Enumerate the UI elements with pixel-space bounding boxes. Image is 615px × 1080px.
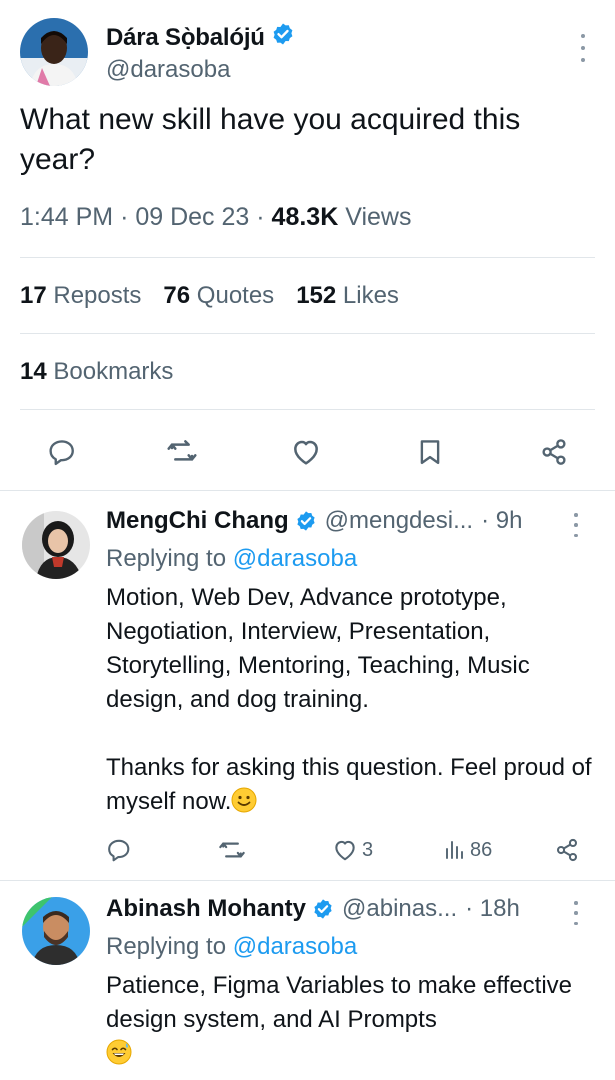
quotes-label: Quotes <box>196 282 275 309</box>
reposts-stat[interactable]: 17 Reposts <box>20 282 141 310</box>
reply-icon[interactable] <box>106 835 132 865</box>
reply-header: Abinash Mohanty @abinas... · 18h <box>106 895 576 923</box>
bookmark-icon[interactable] <box>406 428 454 476</box>
reposts-label: Reposts <box>53 282 142 309</box>
more-options-icon[interactable] <box>573 901 579 925</box>
author-avatar[interactable] <box>20 18 88 86</box>
tweet-date[interactable]: 09 Dec 23 <box>135 203 249 231</box>
bookmarks-count: 14 <box>20 358 47 385</box>
reply-tweet[interactable]: Abinash Mohanty @abinas... · 18h Replyin… <box>0 881 615 1080</box>
tweet-actions <box>30 428 585 476</box>
reply-tweet[interactable]: MengChi Chang @mengdesi... · 9h Replying… <box>0 491 615 880</box>
author-handle[interactable]: @darasoba <box>106 56 230 84</box>
repost-icon[interactable] <box>218 835 246 865</box>
quotes-stat[interactable]: 76 Quotes <box>163 282 274 310</box>
reply-text: Motion, Web Dev, Advance prototype, Nego… <box>106 581 596 819</box>
replying-to: Replying to @darasoba <box>106 933 357 961</box>
like-button[interactable]: 3 <box>332 835 373 865</box>
share-icon[interactable] <box>554 835 580 865</box>
slightly-smiling-face-icon <box>231 787 257 813</box>
views-count: 48.3K <box>271 203 339 231</box>
like-icon[interactable] <box>282 428 330 476</box>
reply-header: MengChi Chang @mengdesi... · 9h <box>106 507 576 535</box>
engagement-stats: 17 Reposts 76 Quotes 152 Likes <box>20 282 399 310</box>
replying-label: Replying to <box>106 545 227 572</box>
reply-author-name[interactable]: MengChi Chang <box>106 507 289 535</box>
reply-time[interactable]: · 18h <box>465 895 520 923</box>
verified-badge-icon <box>295 510 317 532</box>
author-name[interactable]: Dára Sọ̀balójú <box>106 22 295 53</box>
meta-separator: · <box>256 203 265 231</box>
views-count: 86 <box>470 838 493 861</box>
reposts-count: 17 <box>20 282 47 309</box>
more-options-icon[interactable] <box>573 513 579 537</box>
like-icon <box>332 837 358 863</box>
author-name-text: Dára Sọ̀balójú <box>106 23 265 51</box>
likes-count: 152 <box>296 282 337 309</box>
more-options-icon[interactable] <box>579 34 587 62</box>
repost-icon[interactable] <box>158 428 206 476</box>
verified-badge-icon <box>271 22 295 53</box>
divider <box>20 257 595 258</box>
main-tweet: Dára Sọ̀balójú @darasoba What new skill … <box>0 0 615 490</box>
verified-badge-icon <box>312 898 334 920</box>
reply-author-handle[interactable]: @mengdesi... <box>325 507 473 535</box>
reply-time[interactable]: · 9h <box>481 507 522 535</box>
likes-label: Likes <box>342 282 399 309</box>
bookmarks-stat[interactable]: 14 Bookmarks <box>20 358 173 386</box>
divider <box>20 409 595 410</box>
reply-icon[interactable] <box>38 428 86 476</box>
reply-text-content: Patience, Figma Variables to make effect… <box>106 972 579 1033</box>
reply-text: Patience, Figma Variables to make effect… <box>106 969 596 1071</box>
meta-separator: · <box>120 203 129 231</box>
quotes-count: 76 <box>163 282 191 309</box>
like-count: 3 <box>362 838 374 861</box>
reply-avatar[interactable] <box>22 511 90 579</box>
tweet-time[interactable]: 1:44 PM <box>20 203 113 231</box>
reply-author-handle[interactable]: @abinas... <box>342 895 457 923</box>
mention-link[interactable]: @darasoba <box>233 545 357 572</box>
author-row: Dára Sọ̀balójú @darasoba <box>20 18 595 86</box>
replying-label: Replying to <box>106 933 227 960</box>
bookmarks-label: Bookmarks <box>53 358 174 385</box>
views-button[interactable]: 86 <box>442 835 492 865</box>
replying-to: Replying to @darasoba <box>106 545 357 573</box>
grinning-sweat-face-icon <box>106 1039 132 1065</box>
tweet-meta: 1:44 PM · 09 Dec 23 · 48.3K Views <box>20 203 411 232</box>
views-icon <box>442 838 466 862</box>
likes-stat[interactable]: 152 Likes <box>296 282 399 310</box>
reply-author-name[interactable]: Abinash Mohanty <box>106 895 306 923</box>
share-icon[interactable] <box>530 428 578 476</box>
reply-avatar[interactable] <box>22 897 90 965</box>
reply-text-content: Motion, Web Dev, Advance prototype, Nego… <box>106 584 592 815</box>
views-label: Views <box>345 203 412 231</box>
mention-link[interactable]: @darasoba <box>233 933 357 960</box>
tweet-text: What new skill have you acquired this ye… <box>20 103 521 176</box>
reply-actions: 3 86 <box>106 835 586 865</box>
divider <box>20 333 595 334</box>
